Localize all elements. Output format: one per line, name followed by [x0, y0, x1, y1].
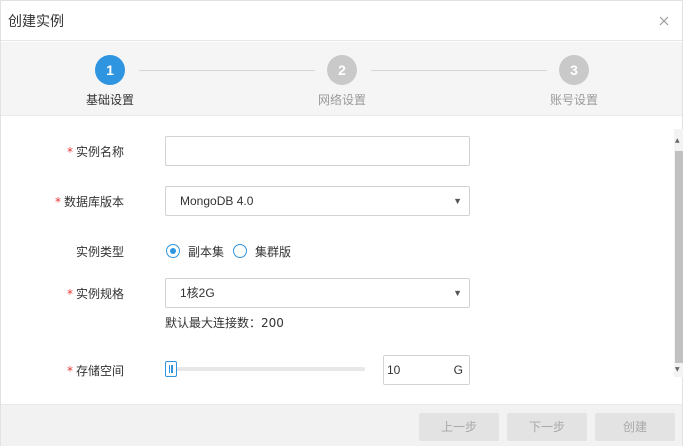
radio-unchecked-icon — [233, 244, 247, 258]
next-step-button[interactable]: 下一步 — [507, 413, 587, 441]
create-button[interactable]: 创建 — [595, 413, 675, 441]
dialog-title: 创建实例 — [8, 14, 64, 30]
step-label: 账号设置 — [549, 93, 598, 107]
radio-label: 副本集 — [188, 245, 225, 259]
max-connections-hint: 默认最大连接数：200 — [165, 316, 284, 330]
required-mark: * — [66, 287, 73, 301]
storage-slider-track[interactable] — [165, 367, 365, 371]
instance-type-radio-group: 副本集 集群版 — [165, 243, 365, 259]
storage-slider-handle[interactable] — [165, 361, 177, 377]
db-version-label: * 数据库版本 — [34, 193, 124, 210]
required-mark: * — [66, 145, 73, 159]
instance-name-input[interactable] — [165, 136, 470, 166]
close-icon[interactable] — [658, 15, 670, 27]
vertical-scrollbar[interactable]: ▲ ▼ — [674, 129, 683, 377]
radio-checked-icon — [166, 244, 180, 258]
instance-spec-value: 1核2G — [180, 286, 215, 300]
db-version-select[interactable]: MongoDB 4.0 ▼ — [165, 186, 470, 216]
caret-down-icon: ▼ — [453, 288, 462, 298]
step-network-settings: 2 网络设置 — [282, 55, 402, 111]
step-basic-settings: 1 基础设置 — [50, 55, 170, 111]
step-label: 基础设置 — [85, 93, 134, 107]
radio-label: 集群版 — [255, 245, 292, 259]
instance-name-label: * 实例名称 — [34, 143, 124, 160]
prev-step-button[interactable]: 上一步 — [419, 413, 499, 441]
step-number: 3 — [559, 55, 589, 85]
storage-label: * 存储空间 — [34, 362, 124, 379]
scrollbar-thumb[interactable] — [675, 151, 683, 363]
instance-name-label-text: 实例名称 — [75, 145, 124, 159]
instance-spec-select[interactable]: 1核2G ▼ — [165, 278, 470, 308]
instance-type-label: 实例类型 — [75, 245, 124, 259]
dialog-header: 创建实例 — [1, 1, 682, 41]
required-mark: * — [66, 364, 73, 378]
grip-icon — [169, 365, 173, 373]
step-indicator: 1 基础设置 2 网络设置 3 账号设置 — [1, 42, 682, 116]
instance-spec-label-text: 实例规格 — [75, 287, 124, 301]
storage-value: 10 — [387, 363, 401, 377]
scroll-down-icon[interactable]: ▼ — [675, 366, 680, 373]
step-number: 1 — [95, 55, 125, 85]
dialog-footer: 上一步 下一步 创建 — [1, 404, 682, 446]
db-version-value: MongoDB 4.0 — [180, 194, 254, 208]
required-mark: * — [54, 195, 61, 209]
caret-down-icon: ▼ — [453, 196, 462, 206]
storage-input[interactable]: 10 G — [383, 355, 470, 385]
scroll-up-icon[interactable]: ▲ — [675, 137, 680, 144]
form-body: * 实例名称 * 数据库版本 MongoDB 4.0 ▼ 实例类型 副本集 集群版 … — [1, 117, 682, 403]
storage-label-text: 存储空间 — [75, 364, 124, 378]
step-account-settings: 3 账号设置 — [514, 55, 634, 111]
storage-unit: G — [453, 363, 463, 377]
step-label: 网络设置 — [317, 93, 366, 107]
step-number: 2 — [327, 55, 357, 85]
create-instance-dialog: 创建实例 1 基础设置 2 网络设置 3 账号设置 * 实例名称 * 数据库版本… — [0, 0, 683, 446]
db-version-label-text: 数据库版本 — [63, 195, 124, 209]
instance-spec-label: * 实例规格 — [34, 285, 124, 302]
